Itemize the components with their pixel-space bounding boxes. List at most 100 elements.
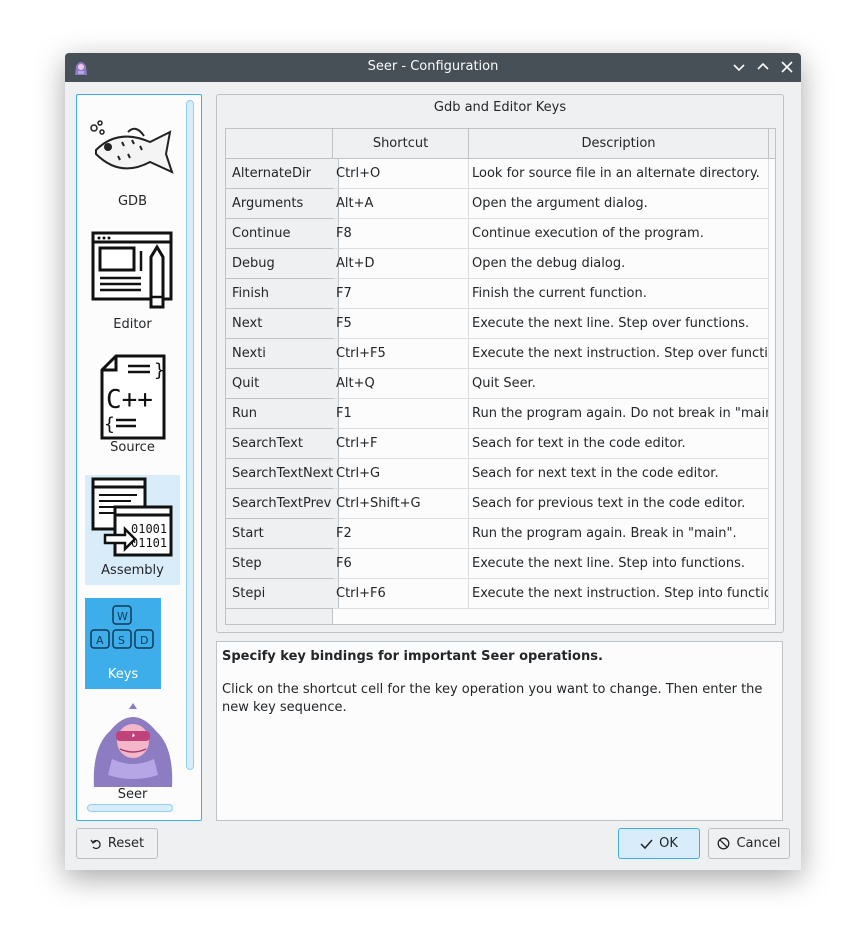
table-row[interactable]: Continue F8 Continue execution of the prog…: [226, 219, 775, 249]
table-row[interactable]: Quit Alt+Q Quit Seer.: [226, 369, 775, 399]
page-list[interactable]: GDB Editor } C++ {Source 01001 01101 As…: [76, 94, 202, 821]
help-title: Specify key bindings for important Seer …: [222, 649, 603, 664]
reset-button[interactable]: Reset: [76, 828, 158, 859]
page-item-gdb[interactable]: GDB: [85, 115, 180, 215]
reset-icon: [90, 839, 101, 849]
checkmark-icon: [640, 839, 653, 849]
column-header-shortcut[interactable]: Shortcut: [333, 129, 469, 158]
page-label-seer: Seer: [117, 787, 148, 802]
ok-button[interactable]: OK: [618, 828, 700, 859]
table-row[interactable]: SearchText Ctrl+F Seach for text in the co…: [226, 429, 775, 459]
description-cell: Run the program again. Break in "main".: [469, 519, 769, 549]
row-header-key-name: SearchTextNext: [226, 459, 339, 489]
shortcut-cell[interactable]: Ctrl+F5: [333, 339, 469, 369]
shortcut-cell[interactable]: F1: [333, 399, 469, 429]
keys-groupbox: Gdb and Editor Keys Shortcut Description…: [216, 94, 784, 633]
keys-table[interactable]: Shortcut Description AlternateDir Ctrl+O L…: [225, 128, 776, 625]
shortcut-cell[interactable]: F8: [333, 219, 469, 249]
table-row[interactable]: Step F6 Execute the next line. Step into f…: [226, 549, 775, 579]
table-row[interactable]: AlternateDir Ctrl+O Look for source file i…: [226, 159, 775, 189]
sidebar-horizontal-scroll-thumb[interactable]: [87, 804, 173, 812]
window-title: Seer - Configuration: [367, 59, 499, 74]
keyboard-wasd-icon: W A S D: [90, 605, 154, 649]
row-header-key-name: Start: [226, 519, 339, 549]
shortcut-cell[interactable]: F5: [333, 309, 469, 339]
table-row[interactable]: Arguments Alt+A Open the argument dialog.: [226, 189, 775, 219]
table-row[interactable]: Debug Alt+D Open the debug dialog.: [226, 249, 775, 279]
shortcut-cell[interactable]: Ctrl+F6: [333, 579, 469, 609]
description-cell: Execute the next instruction. Step into …: [469, 579, 769, 609]
maximize-icon[interactable]: [754, 58, 772, 76]
table-row[interactable]: Next F5 Execute the next line. Step over f…: [226, 309, 775, 339]
table-row[interactable]: Start F2 Run the program again. Break in "…: [226, 519, 775, 549]
cpp-source-icon: } C++ {: [100, 354, 166, 440]
svg-text:01001: 01001: [131, 522, 167, 536]
shortcut-cell[interactable]: Ctrl+F: [333, 429, 469, 459]
shortcut-cell[interactable]: F7: [333, 279, 469, 309]
description-cell: Seach for previous text in the code edit…: [469, 489, 769, 519]
row-header-key-name: AlternateDir: [226, 159, 339, 189]
description-cell: Quit Seer.: [469, 369, 769, 399]
row-header-key-name: SearchText: [226, 429, 339, 459]
shortcut-cell[interactable]: F6: [333, 549, 469, 579]
row-header-key-name: Continue: [226, 219, 339, 249]
help-body: Click on the shortcut cell for the key o…: [222, 682, 763, 715]
description-cell: Open the argument dialog.: [469, 189, 769, 219]
page-label-editor: Editor: [113, 317, 152, 332]
svg-text:W: W: [117, 610, 128, 623]
table-row[interactable]: SearchTextPrev Ctrl+Shift+G Seach for prev…: [226, 489, 775, 519]
svg-text:D: D: [140, 634, 148, 647]
shortcut-cell[interactable]: Ctrl+Shift+G: [333, 489, 469, 519]
svg-text:{: {: [104, 414, 115, 435]
shortcut-cell[interactable]: Alt+D: [333, 249, 469, 279]
sidebar-vertical-scroll-thumb[interactable]: [186, 100, 194, 770]
shortcut-cell[interactable]: Ctrl+O: [333, 159, 469, 189]
table-row[interactable]: Finish F7 Finish the current function.: [226, 279, 775, 309]
description-cell: Execute the next instruction. Step over …: [469, 339, 769, 369]
svg-text:}: }: [154, 360, 165, 381]
config-dialog: Seer - Configuration GDB Editor} C++ {…: [65, 53, 801, 870]
page-item-keys[interactable]: W A S D Keys: [85, 598, 161, 689]
table-row[interactable]: Run F1 Run the program again. Do not break…: [226, 399, 775, 429]
shortcut-cell[interactable]: Alt+A: [333, 189, 469, 219]
minimize-icon[interactable]: [730, 58, 748, 76]
sidebar-vertical-scrollbar[interactable]: [186, 100, 194, 770]
table-row[interactable]: Stepi Ctrl+F6 Execute the next instruction…: [226, 579, 775, 609]
row-header-key-name: Nexti: [226, 339, 339, 369]
row-header-key-name: Debug: [226, 249, 339, 279]
shortcut-cell[interactable]: Alt+Q: [333, 369, 469, 399]
description-cell: Look for source file in an alternate dir…: [469, 159, 769, 189]
page-item-editor[interactable]: Editor: [85, 229, 180, 339]
table-header: Shortcut Description: [226, 129, 775, 159]
description-cell: Finish the current function.: [469, 279, 769, 309]
hooded-seer-icon: [93, 703, 173, 787]
row-header-key-name: Arguments: [226, 189, 339, 219]
page-item-seer[interactable]: Seer: [85, 701, 180, 805]
svg-text:A: A: [96, 634, 104, 647]
ok-label: OK: [659, 836, 678, 851]
page-label-gdb: GDB: [117, 194, 147, 209]
help-text-box: Specify key bindings for important Seer …: [216, 641, 783, 821]
cancel-icon: [718, 837, 730, 850]
assembly-icon: 01001 01101: [91, 477, 173, 557]
cancel-button[interactable]: Cancel: [708, 828, 790, 859]
row-header-key-name: Finish: [226, 279, 339, 309]
table-row[interactable]: Nexti Ctrl+F5 Execute the next instruction…: [226, 339, 775, 369]
description-cell: Continue execution of the program.: [469, 219, 769, 249]
column-header-description[interactable]: Description: [469, 129, 769, 158]
page-item-assembly[interactable]: 01001 01101 Assembly: [85, 475, 180, 585]
description-cell: Open the debug dialog.: [469, 249, 769, 279]
shortcut-cell[interactable]: Ctrl+G: [333, 459, 469, 489]
table-row[interactable]: SearchTextNext Ctrl+G Seach for next text …: [226, 459, 775, 489]
page-item-source[interactable]: } C++ { Source: [85, 352, 180, 462]
fish-icon: [90, 120, 174, 174]
row-header-key-name: Run: [226, 399, 339, 429]
description-cell: Run the program again. Do not break in "…: [469, 399, 769, 429]
close-icon[interactable]: [778, 58, 796, 76]
title-bar[interactable]: Seer - Configuration: [65, 53, 801, 82]
editor-icon: [91, 231, 173, 309]
reset-label: Reset: [107, 836, 145, 851]
svg-text:C++: C++: [106, 385, 153, 415]
page-label-keys: Keys: [107, 667, 139, 682]
shortcut-cell[interactable]: F2: [333, 519, 469, 549]
